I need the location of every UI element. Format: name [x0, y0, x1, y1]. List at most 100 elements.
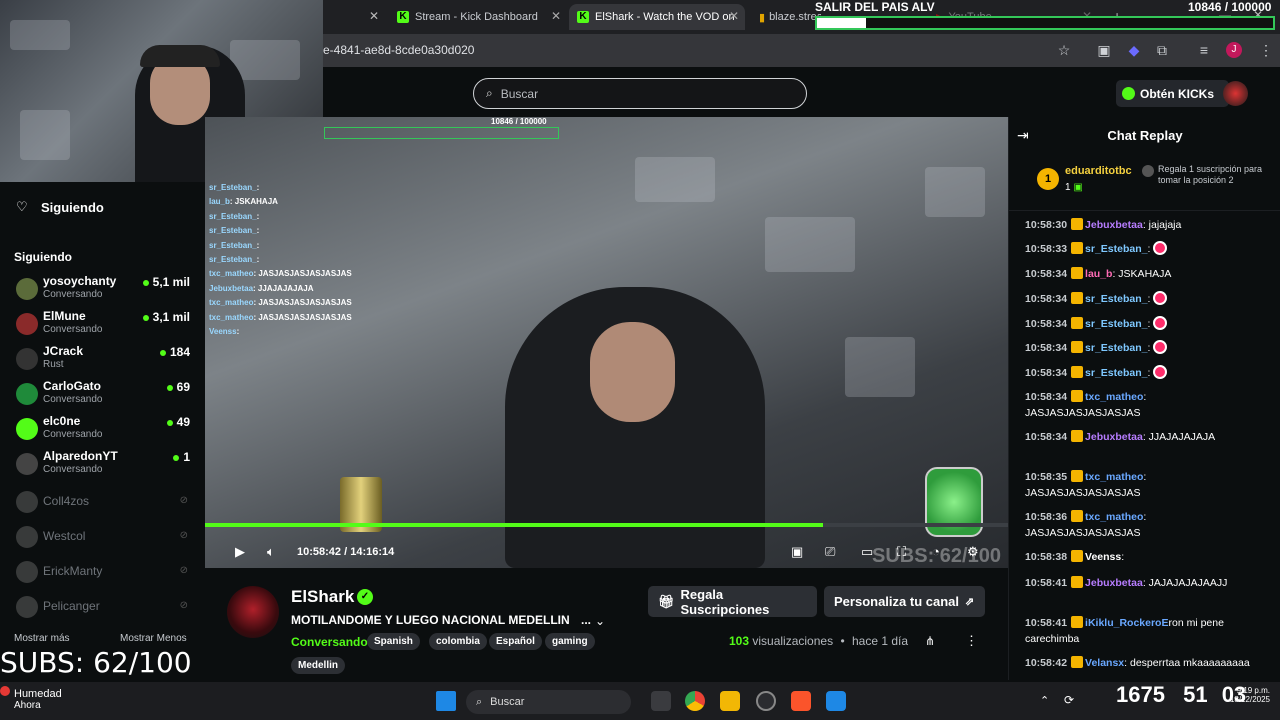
sidebar-channel[interactable]: AlparedonYT Conversando 1 — [14, 449, 194, 479]
chat-username[interactable]: txc_matheo — [1085, 391, 1143, 403]
stream-tag[interactable]: Spanish — [367, 633, 420, 650]
inset-chat-text: : JSKAHAJA — [229, 197, 278, 207]
stream-tag[interactable]: gaming — [545, 633, 595, 650]
share-icon[interactable]: ⋔ — [925, 634, 935, 648]
settings-gear-icon[interactable]: ⚙ — [967, 544, 979, 560]
volume-icon[interactable]: 🔈︎ — [267, 544, 275, 560]
chat-message: 10:58:35 txc_matheo: JASJASJASJASJASJAS — [1025, 469, 1261, 501]
channel-avatar — [16, 596, 38, 618]
inset-chat-user: Veenss — [209, 327, 237, 336]
theater-icon[interactable]: ▭ — [861, 544, 873, 560]
sidebar-channel[interactable]: elc0ne Conversando 49 — [14, 414, 194, 444]
chat-username[interactable]: Velansx — [1085, 657, 1124, 669]
chat-username[interactable]: sr_Esteban_ — [1085, 367, 1147, 379]
system-clock[interactable]: 9:19 p.m. 18/12/2025 — [1200, 686, 1270, 704]
chat-timestamp: 10:58:34 — [1025, 367, 1068, 379]
chat-username[interactable]: sr_Esteban_ — [1085, 318, 1147, 330]
following-section-title: Siguiendo — [14, 250, 72, 264]
get-kicks-button[interactable]: Obtén KICKs — [1116, 80, 1229, 107]
video-progress-bar[interactable] — [205, 523, 1008, 527]
chat-timestamp: 10:58:34 — [1025, 431, 1068, 443]
clip-icon[interactable]: ⎚ — [825, 544, 835, 560]
profile-avatar[interactable]: J — [1226, 42, 1242, 58]
tab-elshark-vod[interactable]: K ElShark - Watch the VOD on ✕ — [569, 4, 745, 30]
taskbar-search[interactable]: ⌕ Buscar — [466, 690, 631, 714]
search-placeholder: Buscar — [500, 86, 539, 101]
channel-name[interactable]: ElShark — [291, 587, 354, 607]
sidebar-channel[interactable]: ElMune Conversando 3,1 mil — [14, 309, 194, 339]
chevron-up-icon[interactable]: ⌃ — [1040, 694, 1049, 707]
url-field[interactable]: e-4841-ae8d-8cde0a30d020 — [323, 43, 474, 57]
close-icon[interactable]: ✕ — [551, 9, 561, 23]
extension-icon[interactable]: ◆ — [1126, 42, 1142, 58]
chat-username[interactable]: Jebuxbetaa — [1085, 577, 1143, 589]
cast-icon[interactable]: ▣ — [1096, 42, 1112, 58]
sidebar-channel[interactable]: CarloGato Conversando 69 — [14, 379, 194, 409]
tab-kick-dashboard[interactable]: K Stream - Kick Dashboard ✕ — [389, 4, 567, 30]
chat-username[interactable]: sr_Esteban_ — [1085, 342, 1147, 354]
stream-tag[interactable]: Español — [489, 633, 542, 650]
chat-username[interactable]: Veenss — [1085, 551, 1121, 563]
inset-chat-line: txc_matheo: JASJASJASJASJASJAS — [209, 298, 352, 307]
sidebar-channel-offline[interactable]: Westcol ⊘ — [14, 522, 194, 552]
chat-message: 10:58:42 Velansx: desperrtaa mkaaaaaaaaa — [1025, 655, 1261, 671]
chat-username[interactable]: txc_matheo — [1085, 471, 1143, 483]
sidebar-channel-offline[interactable]: Coll4zos ⊘ — [14, 487, 194, 517]
obs-icon[interactable] — [756, 691, 776, 711]
gift-subs-button[interactable]: 🎁︎ Regala Suscripciones — [648, 586, 817, 617]
task-view-icon[interactable] — [651, 691, 671, 711]
chat-text: : — [1147, 367, 1151, 379]
close-icon[interactable]: ✕ — [369, 9, 379, 23]
puzzle-icon[interactable]: ⧉ — [1154, 42, 1170, 58]
gift-icon: 🎁︎ — [658, 593, 675, 609]
timer-icon[interactable]: ◔ — [932, 544, 940, 559]
stream-category[interactable]: Conversando — [291, 635, 368, 649]
live-dot-icon — [142, 279, 149, 286]
inset-chat-user: lau_b — [209, 197, 230, 207]
video-player[interactable]: 10846 / 100000 sr_Esteban_: lau_b: JSKAHA… — [205, 117, 1008, 568]
channel-status: Conversando — [43, 429, 103, 440]
chat-username[interactable]: sr_Esteban_ — [1085, 243, 1147, 255]
duration: 14:16:14 — [350, 546, 395, 558]
media-icon[interactable]: ≡ — [1196, 42, 1212, 58]
chevron-down-icon[interactable]: ⌄ — [595, 614, 605, 628]
chat-text: : — [1147, 243, 1151, 255]
menu-icon[interactable]: ⋮ — [1258, 42, 1274, 58]
chat-text: : — [1121, 551, 1125, 563]
sidebar-channel-offline[interactable]: Pelicanger ⊘ — [14, 592, 194, 622]
file-explorer-icon[interactable] — [720, 691, 740, 711]
chat-username[interactable]: Jebuxbetaa — [1085, 431, 1143, 443]
weather-widget[interactable]: Humedad Ahora — [14, 688, 62, 711]
bookmark-star-icon[interactable]: ☆ — [1056, 42, 1072, 58]
tab-blaze[interactable]: ▮ blaze.stream/widgets — [751, 4, 821, 30]
chat-username[interactable]: iKiklu_RockeroE — [1085, 617, 1168, 629]
chat-username[interactable]: Jebuxbetaa — [1085, 219, 1143, 231]
sidebar-channel-offline[interactable]: ErickManty ⊘ — [14, 557, 194, 587]
chat-username[interactable]: txc_matheo — [1085, 511, 1143, 523]
show-less-button[interactable]: Mostrar Menos — [120, 633, 187, 644]
top-gifter-name[interactable]: eduarditotbc — [1065, 165, 1132, 177]
channel-avatar[interactable] — [227, 586, 279, 638]
show-more-button[interactable]: Mostrar más — [14, 633, 70, 644]
sidebar-heading[interactable]: Siguiendo — [41, 200, 104, 215]
close-icon[interactable]: ✕ — [729, 9, 739, 23]
sidebar-channel[interactable]: JCrack Rust 184 — [14, 344, 194, 374]
play-icon[interactable]: ▶ — [235, 544, 245, 560]
chrome-icon[interactable] — [685, 691, 705, 711]
sidebar-channel[interactable]: yosoychanty Conversando 5,1 mil — [14, 274, 194, 304]
user-avatar[interactable] — [1223, 81, 1248, 106]
stream-tag[interactable]: Medellin — [291, 657, 346, 674]
app-icon[interactable] — [826, 691, 846, 711]
pip-icon[interactable]: ▣ — [791, 544, 803, 560]
chat-username[interactable]: lau_b — [1085, 268, 1112, 280]
more-options-icon[interactable]: ⋮ — [965, 633, 978, 649]
tab-label: Stream - Kick Dashboard — [415, 11, 538, 23]
stream-tag[interactable]: colombia — [429, 633, 487, 650]
refresh-icon[interactable]: ⟳ — [1064, 693, 1074, 707]
brave-icon[interactable] — [791, 691, 811, 711]
fullscreen-icon[interactable]: ⛶ — [897, 544, 906, 560]
search-input[interactable]: ⌕ Buscar — [473, 78, 807, 109]
chat-username[interactable]: sr_Esteban_ — [1085, 293, 1147, 305]
customize-channel-button[interactable]: Personaliza tu canal ⇗ — [824, 586, 985, 617]
windows-start-icon[interactable] — [436, 691, 456, 711]
